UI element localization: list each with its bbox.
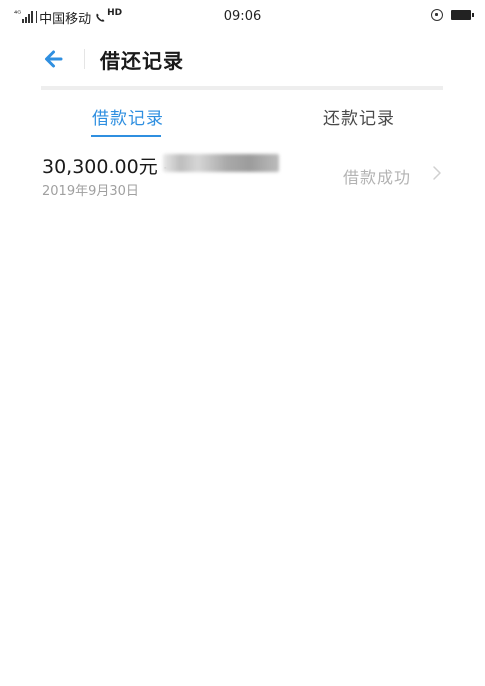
page-title: 借还记录 <box>100 49 184 73</box>
nav-divider <box>84 49 85 69</box>
status-bar: ⁴ᴳ 中国移动 HD 09:06 <box>0 0 485 34</box>
navigation-bar: 借还记录 <box>0 34 485 86</box>
arrow-left-icon <box>45 50 63 68</box>
rotation-lock-icon <box>431 9 443 21</box>
list-item[interactable]: 30,300.00元 - 2019年9月30日 借款成功 <box>0 140 485 204</box>
record-date: 2019年9月30日 <box>42 184 139 199</box>
chevron-right-icon <box>433 166 441 180</box>
active-tab-indicator <box>91 135 161 137</box>
tab-bar: 借款记录 还款记录 <box>0 90 485 138</box>
back-button[interactable] <box>40 46 70 72</box>
tab-repayment-records[interactable]: 还款记录 <box>323 104 395 129</box>
status-time: 09:06 <box>223 9 262 24</box>
tab-loan-records[interactable]: 借款记录 <box>92 104 164 129</box>
redacted-lender-name <box>163 154 279 172</box>
battery-icon <box>451 10 474 20</box>
status-right <box>431 9 474 21</box>
record-amount: 30,300.00元 - <box>42 156 171 178</box>
record-status: 借款成功 <box>343 168 412 187</box>
